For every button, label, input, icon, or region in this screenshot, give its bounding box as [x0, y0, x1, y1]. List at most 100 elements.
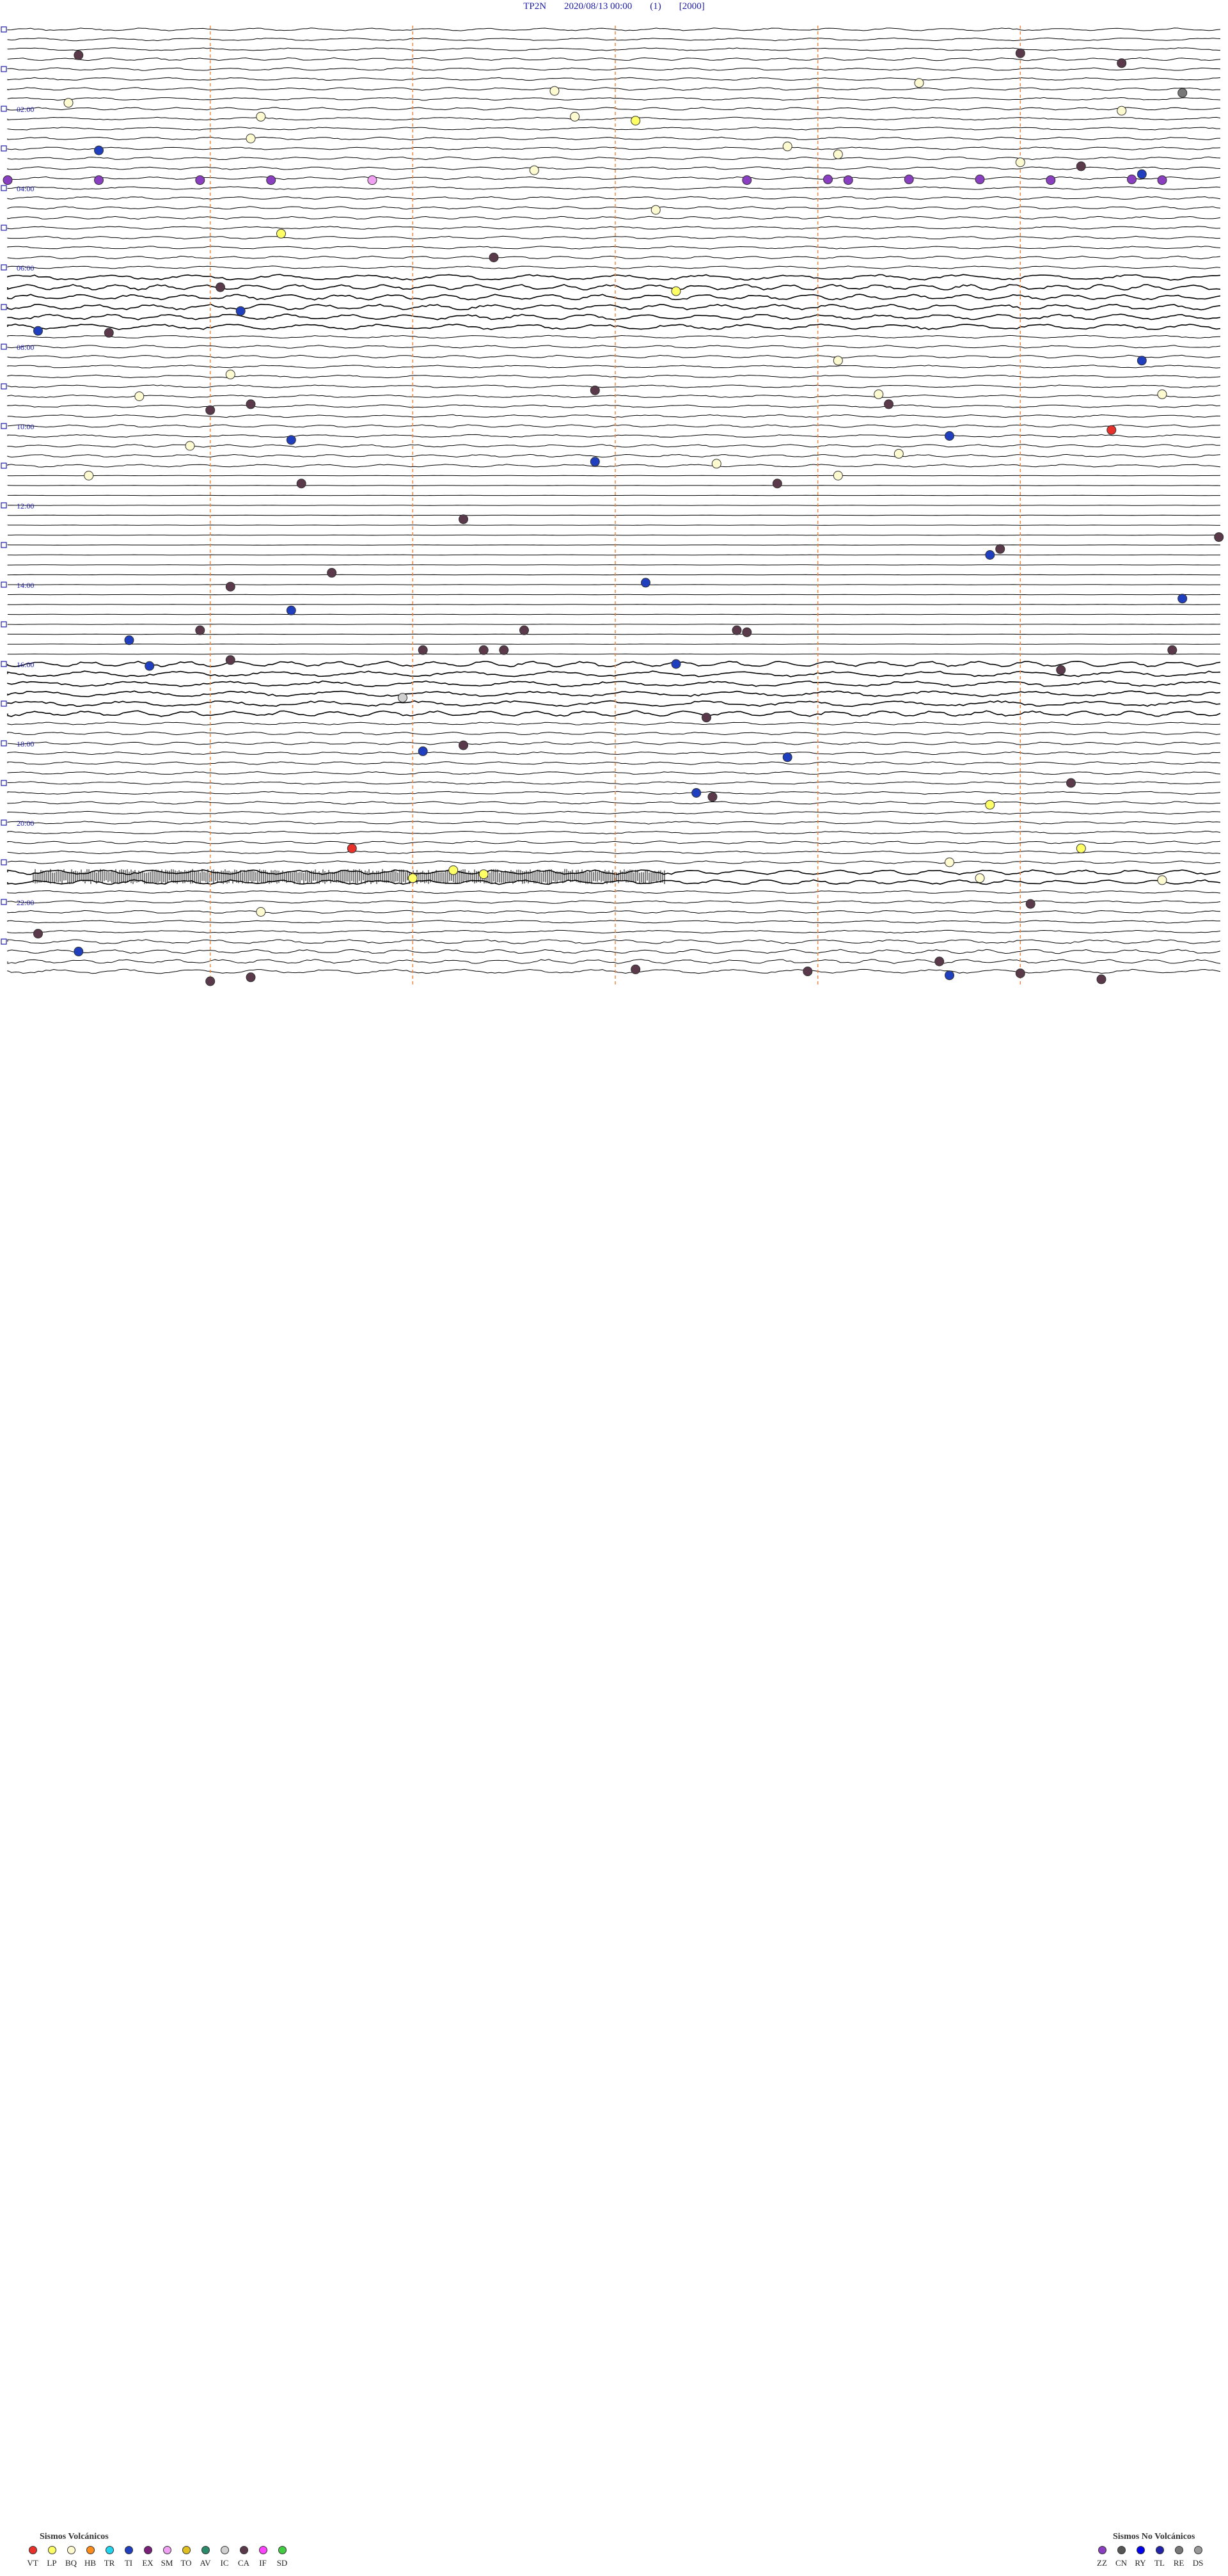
hour-tick-marker [1, 581, 7, 588]
seismic-trace [7, 265, 1221, 269]
seismic-trace [7, 196, 1221, 200]
seismic-trace [7, 929, 1221, 934]
legend-code-label: BQ [65, 2558, 77, 2568]
seismic-trace [7, 920, 1220, 924]
event-marker [235, 306, 246, 316]
hour-tick-marker [1, 859, 7, 865]
seismic-trace [7, 283, 1221, 291]
seismic-trace [7, 345, 1221, 349]
event-marker [195, 625, 205, 635]
legend-code-label: TO [180, 2558, 192, 2568]
seismic-trace [7, 869, 1221, 875]
event-marker [671, 286, 681, 296]
non-volcanic-legend-title: Sismos No Volcánicos [1113, 2532, 1195, 2541]
legend-code-label: CN [1115, 2558, 1128, 2568]
legend-item-to: TO [178, 2546, 194, 2568]
event-marker [104, 328, 114, 338]
seismic-trace [7, 454, 1221, 458]
event-marker [519, 625, 529, 635]
hour-tick-marker [1, 264, 7, 271]
event-marker [833, 471, 843, 480]
legend-item-ic: IC [216, 2546, 233, 2568]
event-marker [478, 645, 489, 655]
volcanic-legend-items: VT LP BQ HB TR TI EX SM TO AV IC CA IF SD [24, 2546, 290, 2568]
seismic-trace [7, 830, 1221, 835]
hour-tick-marker [1, 344, 7, 350]
seismic-trace [7, 900, 1221, 904]
event-marker [772, 478, 782, 489]
hour-tick-marker [1, 621, 7, 628]
event-marker [185, 441, 195, 451]
time-tick-label: 04:00 [17, 184, 34, 193]
event-marker [631, 964, 641, 974]
event-marker [1177, 88, 1188, 98]
hour-tick-marker [1, 502, 7, 509]
seismic-trace [7, 354, 1221, 359]
event-marker [225, 581, 235, 592]
event-marker [145, 661, 155, 671]
seismic-trace [7, 850, 1221, 855]
event-marker [74, 50, 84, 60]
time-tick-label: 02:00 [17, 105, 34, 114]
seismic-trace [7, 28, 1221, 31]
event-marker [1157, 389, 1167, 399]
seismic-trace [7, 274, 1221, 281]
seismic-trace [7, 57, 1221, 61]
event-marker [1096, 974, 1106, 984]
seismic-trace [7, 323, 1221, 331]
seismic-trace [7, 97, 1221, 101]
seismic-trace [7, 860, 1221, 864]
seismic-trace [7, 841, 1221, 844]
legend-swatch [1155, 2546, 1164, 2554]
event-marker [1046, 175, 1056, 186]
legend-swatch [201, 2546, 210, 2554]
seismic-trace [7, 206, 1221, 210]
event-marker [884, 399, 893, 409]
event-marker [418, 746, 428, 756]
legend-code-label: RE [1173, 2558, 1185, 2568]
hour-tick-marker [1, 661, 7, 667]
seismic-trace [7, 424, 1221, 428]
event-marker [205, 405, 216, 415]
event-marker [205, 976, 216, 986]
legend-item-ds: DS [1190, 2546, 1206, 2568]
event-marker [225, 655, 235, 665]
seismic-trace [7, 216, 1221, 220]
seismic-trace [7, 246, 1221, 249]
event-marker [84, 471, 94, 480]
event-marker [63, 98, 74, 108]
seismic-trace [7, 801, 1220, 805]
seismic-trace [7, 67, 1221, 71]
legend-swatch [47, 2546, 56, 2554]
event-marker [1015, 968, 1025, 979]
legend-swatch [162, 2546, 171, 2554]
event-marker [276, 228, 286, 239]
seismic-trace [7, 670, 1221, 677]
seismic-trace [7, 335, 1221, 339]
event-marker [256, 111, 266, 122]
event-marker [934, 956, 945, 967]
legend-swatch [278, 2546, 287, 2554]
legend-swatch [1193, 2546, 1202, 2554]
event-marker [833, 149, 843, 159]
legend-code-label: HB [84, 2558, 97, 2568]
event-marker [1137, 356, 1147, 366]
seismic-trace [7, 146, 1221, 150]
hour-tick-marker [1, 700, 7, 707]
legend-code-label: AV [200, 2558, 211, 2568]
event-marker [499, 645, 509, 655]
legend-item-hb: HB [82, 2546, 98, 2568]
legend-item-zz: ZZ [1094, 2546, 1110, 2568]
volcanic-legend-title: Sismos Volcánicos [40, 2532, 109, 2541]
event-marker [1177, 594, 1188, 604]
event-marker [459, 740, 468, 750]
event-marker [407, 873, 418, 883]
seismic-trace [7, 741, 1221, 745]
legend-swatch [220, 2546, 229, 2554]
legend-item-sm: SM [159, 2546, 175, 2568]
event-marker [1137, 169, 1147, 179]
seismic-trace [7, 660, 1221, 668]
seismic-trace [7, 890, 1221, 894]
legend-item-ry: RY [1132, 2546, 1149, 2568]
seismic-trace [7, 680, 1221, 688]
